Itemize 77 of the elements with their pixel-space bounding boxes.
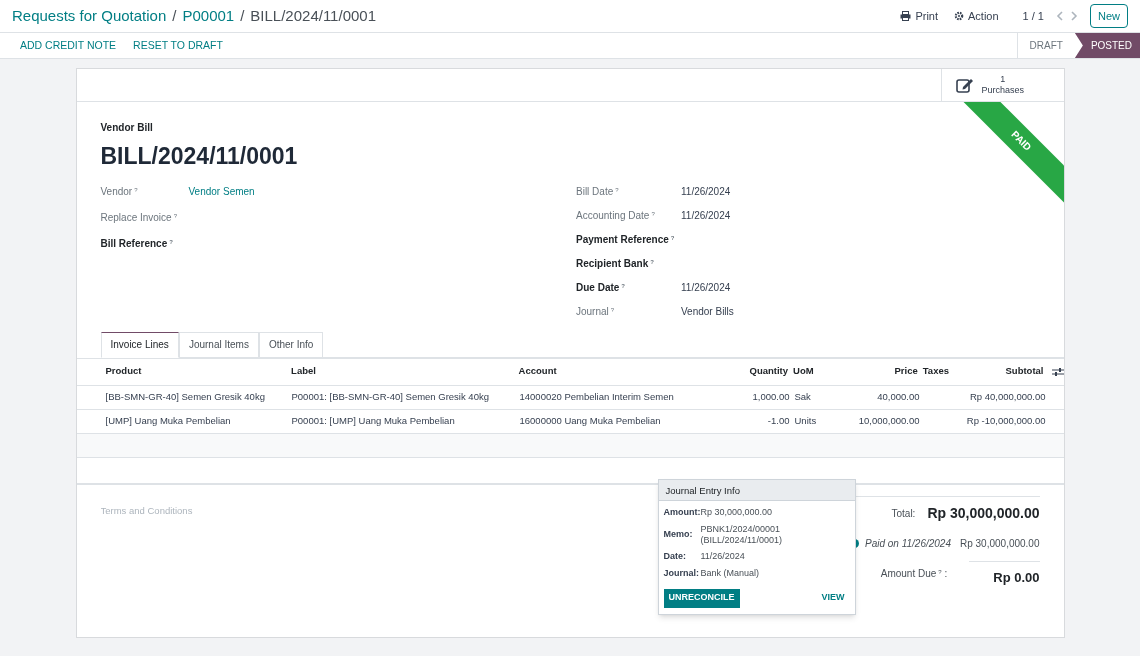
column-header: Account	[518, 364, 558, 379]
table-cell-text: 16000000 Uang Muka Pembelian	[519, 413, 662, 428]
amount-due-value: Rp 0.00	[969, 560, 1040, 587]
popover-field-value: Bank (Manual)	[700, 568, 761, 580]
action-link-button[interactable]: RESET TO DRAFT	[133, 37, 223, 54]
table-cell-text: P00001: [BB-SMN-GR-40] Semen Gresik 40kg	[291, 389, 490, 404]
column-header: Subtotal	[1004, 364, 1044, 379]
breadcrumb-separator: /	[240, 5, 245, 26]
table-cell-text: Sak	[793, 389, 812, 404]
pager-counter: 1 / 1	[1022, 8, 1044, 24]
popover-title: Journal Entry Info	[658, 480, 855, 501]
unreconcile-button[interactable]: UNRECONCILE	[663, 588, 740, 608]
breadcrumb-item[interactable]: Requests for Quotation	[12, 4, 167, 28]
action-link-button[interactable]: ADD CREDIT NOTE	[20, 37, 117, 54]
breadcrumb-separator: /	[172, 5, 177, 26]
field-label: Replace Invoice $^{?}$	[100, 210, 178, 225]
payment-amount: Rp 30,000,000.00	[960, 536, 1040, 551]
column-header: Label	[291, 364, 317, 379]
column-header: Product	[105, 364, 143, 379]
popover-field-label: Memo:	[663, 527, 694, 541]
next-button[interactable]	[1071, 11, 1078, 21]
table-cell-text: [BB-SMN-GR-40] Semen Gresik 40kg	[105, 389, 266, 404]
action-button[interactable]: Action	[954, 7, 999, 25]
new-button[interactable]: New	[1090, 3, 1128, 29]
column-settings-icon[interactable]	[1051, 366, 1064, 377]
amount-due-label: Amount Due $^{?}$ :	[880, 567, 948, 582]
status-stage[interactable]: POSTED	[1074, 33, 1140, 58]
field-label: Bill Date $^{?}$	[576, 184, 620, 199]
column-header: Taxes	[921, 364, 950, 379]
popover-field-value: PBNK1/2024/00001 (BILL/2024/11/0001)	[700, 523, 783, 546]
column-header: UoM	[792, 364, 815, 379]
popover-field-label: Journal:	[663, 567, 700, 580]
field-value: 11/26/2024	[681, 280, 731, 295]
field-label: Bill Reference $^{?}$	[100, 236, 174, 251]
table-cell-text: Rp -10,000,000.00	[965, 413, 1046, 428]
popover-field-label: Date:	[663, 549, 687, 563]
field-label: Vendor $^{?}$	[100, 184, 139, 199]
table-cell-text: Rp 40,000,000.00	[968, 389, 1046, 404]
field-label: Payment Reference $^{?}$	[576, 232, 676, 247]
column-header: Quantity	[748, 364, 789, 379]
table-cell-text: -1.00	[766, 413, 790, 428]
table-cell-text: 10,000,000.00	[857, 413, 920, 428]
field-value: Vendor Bills	[681, 304, 734, 319]
terms-field[interactable]: Terms and Conditions	[100, 503, 401, 518]
print-icon	[900, 11, 912, 21]
document-number: BILL/2024/11/0001	[100, 142, 298, 171]
field-value: 11/26/2024	[681, 184, 731, 199]
print-button[interactable]: Print	[900, 7, 938, 25]
vendor-link[interactable]: Vendor Semen	[188, 183, 255, 199]
field-label: Due Date $^{?}$	[576, 280, 627, 295]
table-cell-text: [UMP] Uang Muka Pembelian	[105, 413, 232, 428]
field-value: 11/26/2024	[681, 208, 731, 223]
popover-field-label: Amount:	[663, 506, 701, 519]
field-label: Accounting Date $^{?}$	[576, 208, 656, 223]
total-label: Total:	[891, 506, 916, 521]
tab[interactable]: Journal Items	[178, 331, 259, 358]
breadcrumb-item[interactable]: BILL/2024/11/0001	[250, 4, 376, 28]
table-cell-text: 1,000.00	[751, 389, 790, 404]
popover-field-value: Rp 30,000,000.00	[700, 507, 774, 519]
tab[interactable]: Other Info	[258, 331, 324, 358]
popover-field-value: 11/26/2024	[700, 550, 746, 562]
payment-date: Paid on 11/26/2024	[864, 536, 951, 551]
table-cell-text: 40,000.00	[876, 389, 920, 404]
previous-button[interactable]	[1056, 11, 1063, 21]
edit-icon	[955, 77, 974, 93]
table-cell-text: Units	[793, 413, 818, 428]
column-header: Price	[893, 364, 918, 379]
total-amount: Rp 30,000,000.00	[927, 503, 1040, 523]
tab[interactable]: Invoice Lines	[100, 331, 179, 358]
purchases-smart-button[interactable]: 1 Purchases	[940, 69, 1064, 101]
table-cell-text: 14000020 Pembelian Interim Semen	[519, 389, 675, 404]
field-label: Journal $^{?}$	[576, 304, 616, 319]
view-link[interactable]: VIEW	[821, 591, 845, 605]
table-cell-text: P00001: [UMP] Uang Muka Pembelian	[291, 413, 456, 428]
field-label: Recipient Bank $^{?}$	[576, 256, 655, 271]
gear-icon	[954, 11, 964, 21]
breadcrumb-item[interactable]: P00001	[182, 4, 235, 28]
